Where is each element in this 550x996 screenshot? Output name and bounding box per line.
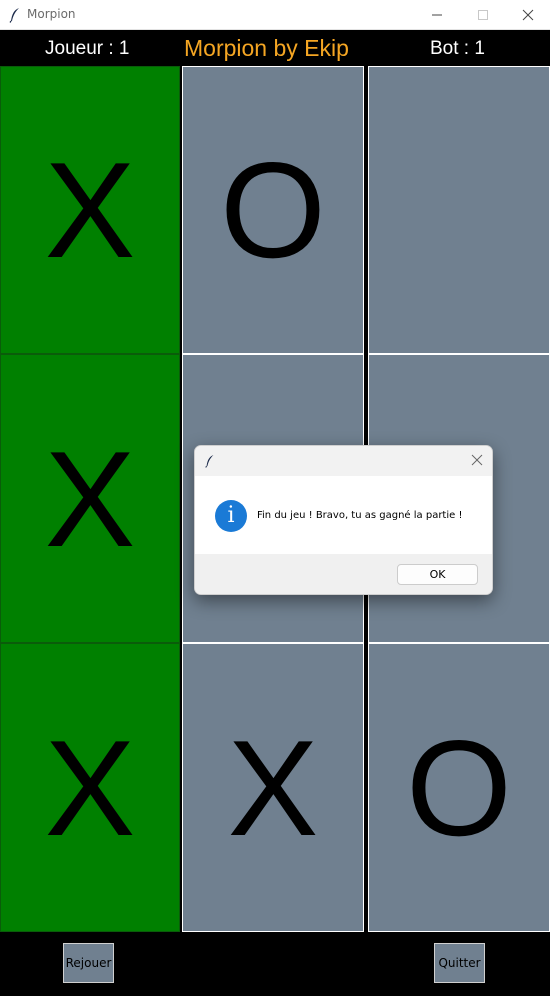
window-title: Morpion [27,7,76,21]
bot-score: Bot : 1 [430,38,485,59]
quit-button[interactable]: Quitter [434,943,485,983]
app-title: Morpion by Ekip [184,35,349,61]
cell-mark: X [227,711,319,864]
close-icon [522,9,534,21]
cell-mark: O [406,711,512,864]
cell-mark: X [44,711,136,864]
player-score: Joueur : 1 [45,38,130,59]
cell-mark: O [220,134,326,286]
ok-button[interactable]: OK [397,564,478,585]
cell-9[interactable]: O [368,643,550,932]
feather-icon [9,8,19,23]
cell-3[interactable] [368,66,550,354]
cell-2[interactable]: O [182,66,364,354]
cell-7[interactable]: X [0,643,180,932]
cell-mark: X [44,422,136,575]
bottom-bar: Rejouer Quitter [0,932,550,996]
end-game-dialog: i Fin du jeu ! Bravo, tu as gagné la par… [194,445,493,595]
maximize-button[interactable] [460,0,506,30]
close-button[interactable] [505,0,550,30]
feather-icon [205,455,214,468]
cell-mark: X [44,134,136,286]
dialog-titlebar [195,446,492,476]
cell-8[interactable]: X [182,643,364,932]
window-titlebar: Morpion [0,0,550,30]
minimize-icon [432,14,442,16]
dialog-footer: OK [195,554,492,594]
cell-4[interactable]: X [0,354,180,643]
dialog-body: i Fin du jeu ! Bravo, tu as gagné la par… [195,476,492,554]
info-icon: i [215,500,247,532]
replay-button[interactable]: Rejouer [63,943,114,983]
minimize-button[interactable] [414,0,460,30]
maximize-icon [478,10,488,20]
close-icon[interactable] [471,454,483,466]
score-header: Joueur : 1 Morpion by Ekip Bot : 1 [0,30,550,66]
cell-1[interactable]: X [0,66,180,354]
dialog-message: Fin du jeu ! Bravo, tu as gagné la parti… [257,510,463,521]
